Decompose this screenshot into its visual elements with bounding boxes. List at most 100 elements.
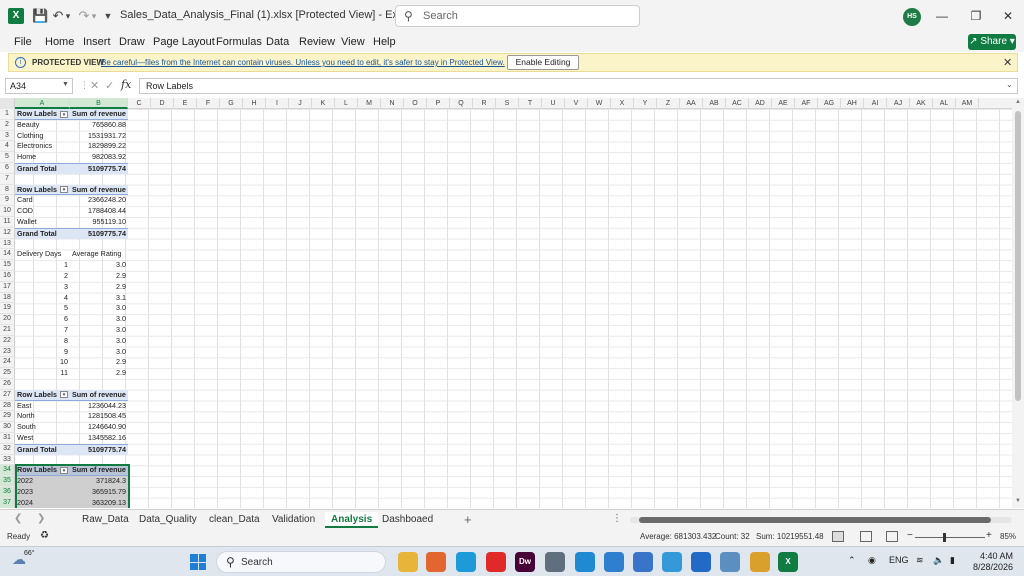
row-header[interactable]: 26	[0, 379, 15, 390]
select-all-corner[interactable]	[0, 98, 15, 109]
cell-b[interactable]: 3.0	[70, 325, 128, 336]
row-header[interactable]: 1	[0, 109, 15, 120]
row-header[interactable]: 30	[0, 422, 15, 433]
cell-a[interactable]: Home	[15, 152, 70, 163]
cell-b[interactable]: 3.0	[70, 314, 128, 325]
share-button[interactable]: ↗ Share ▾	[968, 34, 1016, 50]
column-header[interactable]: T	[519, 98, 542, 109]
row-header[interactable]: 27	[0, 389, 15, 401]
more-options-icon[interactable]: ⋮	[612, 513, 622, 524]
column-header[interactable]: AI	[864, 98, 887, 109]
column-header[interactable]: K	[312, 98, 335, 109]
cell-a[interactable]: Row Labels ▾	[15, 109, 70, 120]
clock-time[interactable]: 4:40 AM	[980, 551, 1013, 561]
row-header[interactable]: 34	[0, 465, 15, 477]
cell-b[interactable]: 5109775.74	[70, 443, 128, 455]
cell-a[interactable]	[15, 379, 70, 390]
row-header[interactable]: 35	[0, 476, 15, 487]
cell-b[interactable]: Sum of revenue	[70, 465, 128, 477]
row-header[interactable]: 6	[0, 163, 15, 174]
cell-a[interactable]: 2023	[15, 487, 70, 498]
column-header[interactable]: Y	[634, 98, 657, 109]
menu-insert[interactable]: Insert	[83, 36, 111, 48]
tab-clean-data[interactable]: clean_Data	[203, 512, 266, 528]
cell-a[interactable]: Grand Total	[15, 443, 70, 455]
cell-b[interactable]: 2.9	[70, 368, 128, 379]
cell-a[interactable]	[15, 239, 70, 250]
row-header[interactable]: 14	[0, 249, 15, 261]
column-header[interactable]: X	[611, 98, 634, 109]
cell-b[interactable]: 3.0	[70, 260, 128, 271]
column-header[interactable]: J	[289, 98, 312, 109]
cell-a[interactable]	[15, 174, 70, 185]
windows-start-icon[interactable]	[190, 554, 206, 570]
cell-a[interactable]: 8	[15, 336, 70, 347]
menu-home[interactable]: Home	[45, 36, 74, 48]
chevron-up-icon[interactable]: ⌃	[848, 555, 856, 566]
column-header[interactable]: H	[243, 98, 266, 109]
row-header[interactable]: 25	[0, 368, 15, 379]
tab-dashboaed[interactable]: Dashboaed	[376, 512, 439, 528]
row-header[interactable]: 19	[0, 303, 15, 315]
menu-view[interactable]: View	[341, 36, 365, 48]
cell-a[interactable]: 4	[15, 293, 70, 304]
horizontal-scroll-thumb[interactable]	[639, 517, 991, 523]
filter-dropdown-icon[interactable]: ▾	[59, 391, 68, 399]
tab-validation[interactable]: Validation	[266, 512, 321, 528]
cell-b[interactable]: 365915.79	[70, 487, 128, 498]
row-header[interactable]: 17	[0, 281, 15, 293]
customize-toolbar-icon[interactable]: ▼	[100, 8, 116, 24]
youtube-icon[interactable]	[486, 552, 506, 572]
restore-button[interactable]: ❐	[968, 8, 984, 24]
row-header[interactable]: 15	[0, 260, 15, 271]
row-header[interactable]: 5	[0, 152, 15, 163]
cell-a[interactable]: 9	[15, 347, 70, 358]
close-icon[interactable]: ✕	[1003, 56, 1012, 69]
menu-page-layout[interactable]: Page Layout	[153, 36, 215, 48]
column-header[interactable]: B	[70, 98, 128, 109]
cell-a[interactable]: Electronics	[15, 141, 70, 152]
row-header[interactable]: 16	[0, 271, 15, 282]
cell-a[interactable]: 2022	[15, 476, 70, 487]
cell-a[interactable]: Wallet	[15, 217, 70, 228]
column-header[interactable]: AC	[726, 98, 749, 109]
cell-b[interactable]: 1345582.16	[70, 433, 128, 444]
cell-b[interactable]: 2366248.20	[70, 195, 128, 206]
row-header[interactable]: 7	[0, 173, 15, 185]
taskbar-search[interactable]: ⚲ Search	[216, 551, 386, 573]
cell-a[interactable]: North	[15, 411, 70, 422]
menu-help[interactable]: Help	[373, 36, 396, 48]
cell-a[interactable]: West	[15, 433, 70, 444]
cell-b[interactable]: Sum of revenue	[70, 109, 128, 120]
cell-b[interactable]: 1788408.44	[70, 206, 128, 217]
menu-draw[interactable]: Draw	[119, 36, 145, 48]
protected-view-message[interactable]: Be careful—files from the Internet can c…	[101, 58, 505, 67]
volume-icon[interactable]: 🔈	[933, 555, 944, 566]
cell-b[interactable]: Sum of revenue	[70, 389, 128, 401]
column-header[interactable]: AK	[910, 98, 933, 109]
scroll-down-icon[interactable]: ▼	[1015, 498, 1021, 504]
column-header[interactable]: L	[335, 98, 358, 109]
row-header[interactable]: 31	[0, 433, 15, 444]
column-header[interactable]: W	[588, 98, 611, 109]
column-header[interactable]: AB	[703, 98, 726, 109]
cell-a[interactable]: 3	[15, 282, 70, 293]
viber-icon[interactable]	[720, 552, 740, 572]
cell-b[interactable]: 1246640.90	[70, 422, 128, 433]
zoom-out-icon[interactable]: −	[907, 530, 913, 541]
tab-prev-icon[interactable]: ❮	[14, 513, 22, 524]
cell-b[interactable]: 1236044.23	[70, 401, 128, 412]
column-header[interactable]: AE	[772, 98, 795, 109]
horizontal-scrollbar[interactable]	[630, 517, 1012, 523]
column-header[interactable]: Z	[657, 98, 680, 109]
cell-b[interactable]: 3.0	[70, 336, 128, 347]
row-header[interactable]: 29	[0, 411, 15, 423]
minimize-button[interactable]: —	[934, 8, 950, 24]
column-header[interactable]: AA	[680, 98, 703, 109]
column-header[interactable]: AM	[956, 98, 979, 109]
cell-b[interactable]: 2.9	[70, 357, 128, 368]
column-header[interactable]: AG	[818, 98, 841, 109]
tab-raw-data[interactable]: Raw_Data	[76, 512, 135, 528]
column-header[interactable]: AH	[841, 98, 864, 109]
cell-a[interactable]: 2	[15, 271, 70, 282]
